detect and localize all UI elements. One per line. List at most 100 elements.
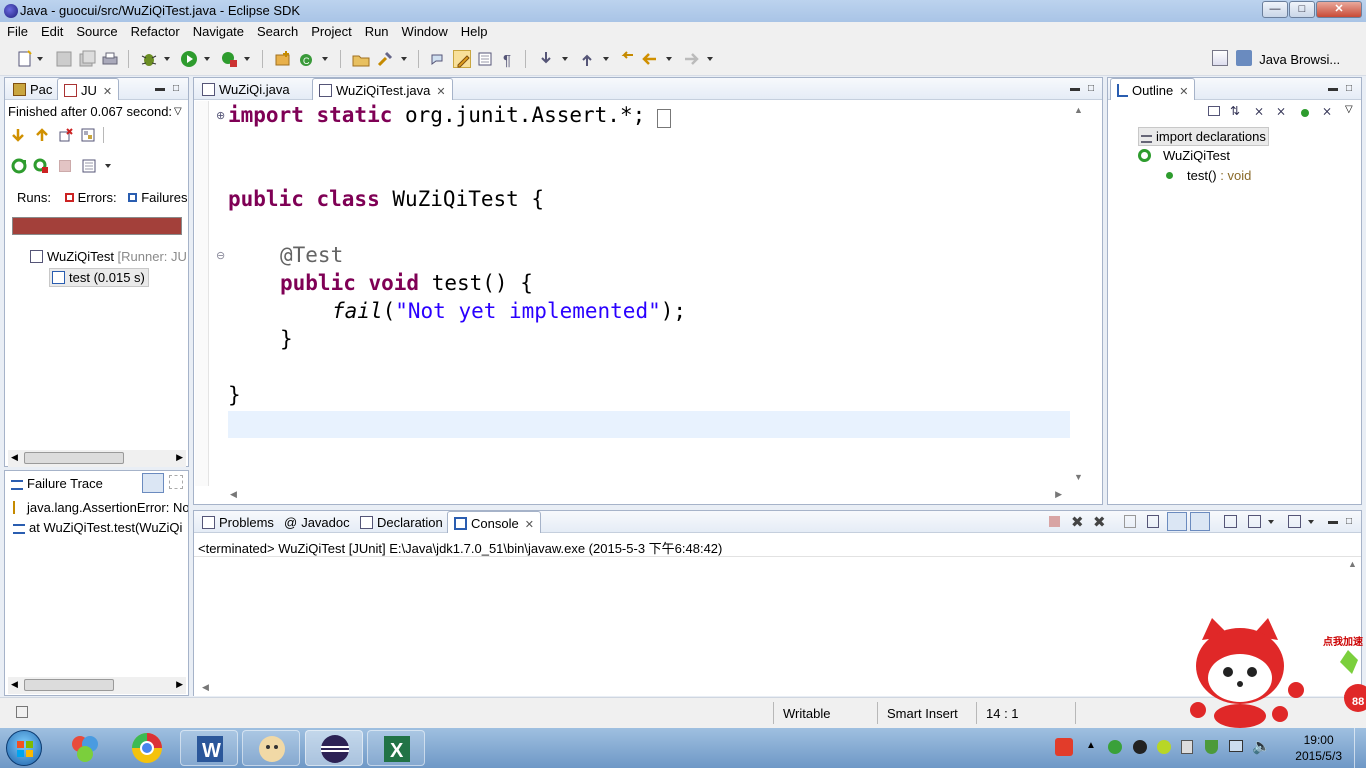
show-failures-only-icon[interactable] (59, 128, 73, 142)
close-tab-icon[interactable]: ✕ (525, 518, 534, 531)
code-line[interactable]: import static org.junit.Assert.*; (228, 103, 645, 127)
next-annotation-dropdown-icon[interactable] (562, 57, 568, 61)
previous-annotation-icon[interactable] (578, 50, 596, 68)
menu-search[interactable]: Search (250, 22, 304, 39)
usb-icon[interactable] (1181, 740, 1193, 754)
close-tab-icon[interactable]: ✕ (1179, 85, 1188, 98)
tree-item-test-class[interactable]: WuZiQiTest [Runner: JU (30, 249, 188, 264)
last-edit-location-icon[interactable] (618, 50, 636, 68)
menu-source[interactable]: Source (69, 22, 123, 39)
menu-help[interactable]: Help (454, 22, 494, 39)
show-whitespace-icon[interactable]: ¶ (499, 50, 517, 69)
run-dropdown-icon[interactable] (204, 57, 210, 61)
tab-junit[interactable]: JU ✕ (57, 78, 120, 100)
trace-line[interactable]: java.lang.AssertionError: No (13, 500, 188, 515)
filter-stack-icon[interactable] (142, 473, 164, 493)
scroll-up-icon[interactable]: ▲ (1348, 559, 1357, 569)
perspective-switcher[interactable]: Java Browsi... (1212, 50, 1340, 70)
scroll-lock-icon[interactable] (1147, 515, 1159, 528)
tray-plus-icon[interactable] (1157, 740, 1171, 754)
display-console-icon[interactable] (1248, 515, 1261, 528)
expand-fold-icon[interactable]: ⊕ (216, 109, 225, 122)
outline-item-imports[interactable]: import declarations (1138, 127, 1269, 146)
network-icon[interactable] (1229, 740, 1243, 752)
junit-hscrollbar[interactable]: ◀ ▶ (8, 450, 186, 467)
test-run-history-icon[interactable] (81, 158, 97, 174)
scroll-left-icon[interactable]: ◀ (11, 679, 18, 690)
scroll-left-icon[interactable]: ◀ (11, 452, 18, 463)
floating-widget[interactable]: 点我加速 88 (1190, 618, 1366, 730)
rerun-failed-first-icon[interactable] (33, 158, 49, 174)
hide-fields-icon[interactable]: ⨯ (1254, 104, 1264, 118)
maximize-view-icon[interactable]: □ (1346, 516, 1352, 527)
search-dropdown-icon[interactable] (401, 57, 407, 61)
start-button[interactable] (6, 730, 42, 766)
external-tools-icon[interactable] (220, 50, 238, 68)
menu-refactor[interactable]: Refactor (124, 22, 186, 39)
save-icon[interactable] (55, 50, 73, 68)
minimize-view-icon[interactable]: ▬ (155, 83, 165, 94)
menu-navigate[interactable]: Navigate (186, 22, 250, 39)
maximize-view-icon[interactable]: □ (1346, 83, 1352, 94)
debug-icon[interactable] (140, 50, 158, 68)
block-selection-icon[interactable] (476, 50, 494, 68)
mark-occurrences-icon[interactable] (453, 50, 471, 68)
hide-static-icon[interactable]: ⨯ (1276, 104, 1286, 118)
scroll-thumb[interactable] (24, 452, 124, 464)
outline-item-class[interactable]: WuZiQiTest (1138, 148, 1230, 163)
open-perspective-icon[interactable] (1212, 50, 1228, 66)
scroll-thumb[interactable] (24, 679, 114, 691)
minimize-view-icon[interactable]: ▬ (1328, 516, 1338, 527)
open-type-icon[interactable] (352, 50, 370, 68)
tree-item-test-method[interactable]: test (0.015 s) (49, 268, 149, 287)
tab-package-explorer[interactable]: Pac (7, 78, 58, 100)
open-console-icon[interactable] (1288, 515, 1301, 528)
scroll-left-icon[interactable]: ◀ (230, 489, 237, 500)
ime-icon[interactable] (1055, 738, 1073, 756)
remove-launch-icon[interactable]: ✖ (1071, 513, 1084, 531)
forward-dropdown-icon[interactable] (707, 57, 713, 61)
code-line[interactable]: } (228, 383, 241, 407)
scroll-down-icon[interactable]: ▼ (1074, 472, 1083, 482)
tab-problems[interactable]: Problems (196, 511, 280, 533)
close-tab-icon[interactable]: ✕ (103, 85, 112, 98)
view-menu-icon[interactable]: ▽ (174, 106, 182, 117)
minimize-view-icon[interactable]: ▬ (1070, 83, 1080, 94)
stop-icon[interactable] (59, 160, 71, 172)
sort-icon[interactable]: ⇅ (1230, 104, 1240, 118)
new-java-project-icon[interactable] (274, 50, 292, 68)
taskbar-app-chrome[interactable] (118, 730, 176, 766)
scroll-right-icon[interactable]: ▶ (176, 679, 183, 690)
collapse-fold-icon[interactable]: ⊖ (216, 249, 225, 262)
maximize-view-icon[interactable]: □ (173, 83, 179, 94)
run-icon[interactable] (180, 50, 198, 68)
menu-edit[interactable]: Edit (34, 22, 69, 39)
qq-icon[interactable] (1133, 740, 1147, 754)
back-icon[interactable] (641, 50, 659, 68)
scroll-up-icon[interactable]: ▲ (1074, 105, 1083, 115)
taskbar-app-image[interactable] (242, 730, 300, 766)
compare-result-icon[interactable] (169, 475, 183, 489)
new-class-icon[interactable]: C (298, 50, 316, 68)
security-shield-icon[interactable] (1205, 740, 1218, 754)
show-on-stdout-icon[interactable] (1167, 512, 1187, 531)
minimize-button[interactable]: — (1262, 1, 1288, 18)
tab-console[interactable]: Console ✕ (447, 511, 541, 533)
folded-imports-box[interactable] (657, 109, 671, 128)
toggle-ant-icon[interactable] (430, 50, 448, 68)
code-line[interactable]: @Test (280, 243, 343, 267)
trace-line[interactable]: at WuZiQiTest.test(WuZiQi (13, 520, 188, 535)
editor-vscrollbar[interactable]: ▲ ▼ (1070, 101, 1087, 486)
console-hscrollbar[interactable]: ◀ (194, 679, 1344, 696)
menu-run[interactable]: Run (358, 22, 395, 39)
remove-all-terminated-icon[interactable]: ✖ (1093, 513, 1106, 531)
taskbar-clock[interactable]: 19:00 2015/5/3 (1295, 732, 1342, 764)
taskbar-app-word[interactable]: W (180, 730, 238, 766)
tab-wuziqitest-java[interactable]: WuZiQiTest.java ✕ (312, 78, 453, 100)
maximize-button[interactable]: □ (1289, 1, 1315, 18)
scroll-lock-icon[interactable] (81, 128, 95, 142)
tray-app-icon[interactable] (1108, 740, 1122, 754)
editor-hscrollbar[interactable]: ◀ ▶ (210, 486, 1070, 503)
next-annotation-icon[interactable] (537, 50, 555, 68)
menu-window[interactable]: Window (395, 22, 454, 39)
